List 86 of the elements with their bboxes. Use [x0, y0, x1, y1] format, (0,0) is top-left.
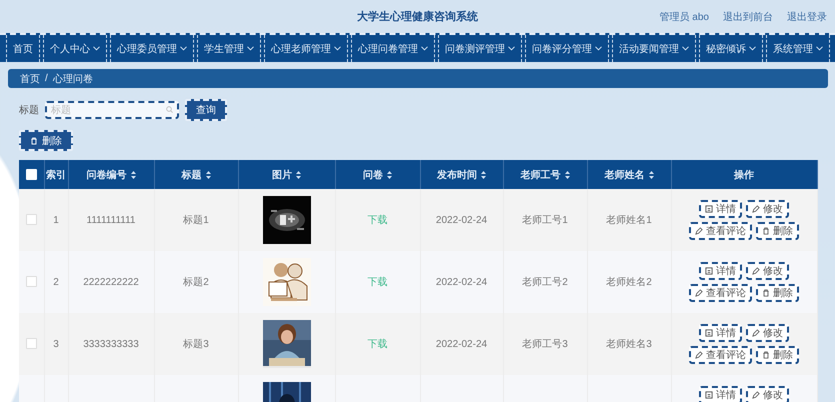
nav-item[interactable]: 心理问卷管理: [351, 35, 435, 62]
column-header: 索引: [46, 168, 66, 182]
document-icon: [705, 267, 713, 275]
pen-icon: [752, 329, 760, 337]
row-checkbox[interactable]: [26, 338, 37, 350]
table-cell: 老师姓名2: [606, 277, 652, 288]
trash-icon: [30, 136, 38, 144]
edit-button[interactable]: 修改: [746, 386, 789, 402]
search-icon: [166, 106, 173, 113]
edit-button[interactable]: 修改: [746, 324, 789, 342]
trash-icon: [762, 351, 770, 359]
edit-button[interactable]: 修改: [746, 200, 789, 218]
table-cell: 老师工号3: [522, 339, 568, 350]
pen-icon: [695, 227, 703, 235]
row-checkbox[interactable]: [26, 214, 37, 226]
table-cell: 标题3: [183, 339, 209, 350]
nav-item[interactable]: 心理老师管理: [264, 35, 348, 62]
pen-icon: [752, 205, 760, 213]
edit-button[interactable]: 修改: [746, 262, 789, 280]
trash-icon: [762, 289, 770, 297]
table-cell: 3: [53, 338, 59, 350]
document-icon: [705, 391, 713, 399]
table-cell: 老师工号1: [522, 215, 568, 226]
nav-item[interactable]: 学生管理: [197, 35, 261, 62]
nav-item[interactable]: 心理委员管理: [110, 35, 194, 62]
table-cell: 标题1: [183, 215, 209, 226]
delete-button[interactable]: 删除: [756, 284, 799, 302]
table-cell: 1: [53, 214, 59, 226]
table-cell: 2: [53, 276, 59, 288]
trash-icon: [762, 227, 770, 235]
nav-item[interactable]: 秘密倾诉: [699, 35, 763, 62]
delete-button[interactable]: 删除: [19, 130, 73, 151]
nav-item[interactable]: 首页: [6, 35, 40, 62]
table-cell: 2022-02-24: [436, 276, 488, 288]
pen-icon: [695, 289, 703, 297]
table-cell: 1111111111: [86, 214, 136, 226]
row-checkbox[interactable]: [26, 276, 37, 288]
table-cell: 2022-02-24: [436, 338, 488, 350]
edit-button[interactable]: 查看评论: [689, 222, 752, 240]
nav-item[interactable]: 个人中心: [43, 35, 107, 62]
table-cell: 2222222222: [83, 276, 139, 288]
table-cell: 老师工号2: [522, 277, 568, 288]
column-header: 操作: [734, 168, 754, 182]
sort-icon[interactable]: [206, 170, 210, 178]
select-all-checkbox[interactable]: [26, 168, 37, 180]
sort-icon[interactable]: [387, 170, 392, 178]
column-header[interactable]: 图片: [272, 168, 292, 182]
detail-button[interactable]: 详情: [699, 262, 742, 280]
pen-icon: [752, 267, 760, 275]
pen-icon: [752, 391, 760, 399]
table-cell: 老师姓名3: [606, 339, 652, 350]
breadcrumb-item: 心理问卷: [52, 72, 93, 86]
table-cell: 标题2: [183, 277, 209, 288]
table-cell: 2022-02-24: [436, 214, 488, 226]
table-cell: 老师姓名1: [606, 215, 652, 226]
edit-button[interactable]: 查看评论: [689, 284, 752, 302]
header-link[interactable]: 退出到前台: [723, 10, 773, 24]
nav-item[interactable]: 活动要闻管理: [612, 35, 696, 62]
header-link[interactable]: 退出登录: [787, 10, 827, 24]
app-title: 大学生心理健康咨询系统: [357, 10, 478, 24]
breadcrumb-item[interactable]: 首页: [20, 72, 40, 86]
nav-item[interactable]: 问卷评分管理: [525, 35, 609, 62]
sort-icon[interactable]: [564, 170, 570, 178]
edit-button[interactable]: 查看评论: [689, 346, 752, 364]
pen-icon: [695, 351, 703, 359]
detail-button[interactable]: 详情: [699, 324, 742, 342]
detail-button[interactable]: 详情: [699, 200, 742, 218]
nav-item[interactable]: 系统管理: [766, 35, 830, 62]
sort-icon[interactable]: [648, 170, 654, 178]
breadcrumb-separator: /: [45, 73, 48, 84]
search-button[interactable]: 查询: [185, 99, 227, 121]
nav-item[interactable]: 问卷测评管理: [438, 35, 522, 62]
document-icon: [705, 329, 713, 337]
search-field[interactable]: 标题: [45, 101, 179, 119]
delete-button[interactable]: 删除: [756, 346, 799, 364]
delete-button[interactable]: 删除: [756, 222, 799, 240]
sort-icon[interactable]: [296, 170, 301, 178]
detail-button[interactable]: 详情: [699, 386, 742, 402]
field-label: 标题: [19, 104, 39, 117]
column-header[interactable]: 问卷: [363, 168, 383, 182]
sort-icon[interactable]: [481, 170, 486, 178]
table-cell: 3333333333: [83, 338, 139, 350]
column-header[interactable]: 标题: [182, 168, 202, 182]
header-link[interactable]: 管理员 abo: [660, 10, 709, 24]
document-icon: [705, 205, 713, 213]
sort-icon[interactable]: [130, 170, 136, 178]
